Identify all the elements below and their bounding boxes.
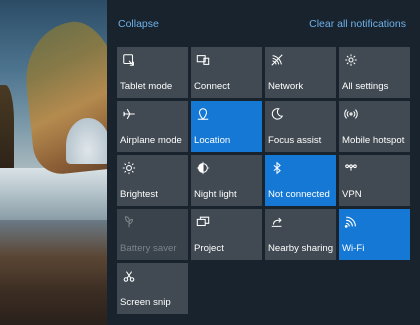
- tile-location[interactable]: Location: [191, 101, 262, 152]
- wifi-icon: [343, 214, 359, 230]
- quick-actions-grid: Tablet mode Connect Network All settings Air…: [117, 47, 410, 314]
- tile-label: All settings: [342, 81, 389, 92]
- wallpaper-rock: [0, 85, 14, 175]
- nearby-sharing-icon: [269, 214, 285, 230]
- tile-airplane-mode[interactable]: Airplane mode: [117, 101, 188, 152]
- tile-all-settings[interactable]: All settings: [339, 47, 410, 98]
- wallpaper-beach: [0, 220, 107, 325]
- wallpaper-sea: [0, 168, 107, 228]
- tile-nearby-sharing[interactable]: Nearby sharing: [265, 209, 336, 260]
- tile-tablet-mode[interactable]: Tablet mode: [117, 47, 188, 98]
- tile-label: Wi-Fi: [342, 243, 365, 254]
- tablet-mode-icon: [121, 52, 137, 68]
- location-icon: [195, 106, 211, 122]
- wallpaper-arch-opening: [66, 118, 107, 164]
- tile-label: Network: [268, 81, 304, 92]
- tile-label: Airplane mode: [120, 135, 182, 146]
- tile-wi-fi[interactable]: Wi-Fi: [339, 209, 410, 260]
- tile-label: Mobile hotspot: [342, 135, 405, 146]
- tile-label: Night light: [194, 189, 237, 200]
- hotspot-icon: [343, 106, 359, 122]
- tile-night-light[interactable]: Night light: [191, 155, 262, 206]
- vpn-icon: [343, 160, 359, 176]
- tile-label: VPN: [342, 189, 362, 200]
- tile-label: Nearby sharing: [268, 243, 334, 254]
- network-icon: [269, 52, 285, 68]
- tile-label: Project: [194, 243, 224, 254]
- tile-vpn[interactable]: VPN: [339, 155, 410, 206]
- clear-all-notifications-link[interactable]: Clear all notifications: [309, 18, 406, 30]
- screen-snip-icon: [121, 268, 137, 284]
- tile-not-connected[interactable]: Not connected: [265, 155, 336, 206]
- tile-connect[interactable]: Connect: [191, 47, 262, 98]
- tile-label: Brightest: [120, 189, 158, 200]
- tile-label: Screen snip: [120, 297, 171, 308]
- tile-battery-saver[interactable]: Battery saver: [117, 209, 188, 260]
- project-icon: [195, 214, 211, 230]
- tile-network[interactable]: Network: [265, 47, 336, 98]
- tile-label: Location: [194, 135, 231, 146]
- tile-label: Connect: [194, 81, 230, 92]
- gear-icon: [343, 52, 359, 68]
- brightness-icon: [121, 160, 137, 176]
- tile-label: Focus assist: [268, 135, 322, 146]
- tile-project[interactable]: Project: [191, 209, 262, 260]
- tile-mobile-hotspot[interactable]: Mobile hotspot: [339, 101, 410, 152]
- moon-icon: [269, 106, 285, 122]
- bluetooth-icon: [269, 160, 285, 176]
- tile-label: Battery saver: [120, 243, 177, 254]
- airplane-icon: [121, 106, 137, 122]
- action-center-header: Collapse Clear all notifications: [107, 18, 420, 34]
- battery-saver-icon: [121, 214, 137, 230]
- tile-focus-assist[interactable]: Focus assist: [265, 101, 336, 152]
- connect-icon: [195, 52, 211, 68]
- desktop-wallpaper: [0, 0, 107, 325]
- tile-label: Tablet mode: [120, 81, 173, 92]
- action-center-panel: Collapse Clear all notifications Tablet …: [107, 0, 420, 325]
- night-light-icon: [195, 160, 211, 176]
- collapse-link[interactable]: Collapse: [118, 18, 159, 30]
- tile-label: Not connected: [268, 189, 330, 200]
- tile-screen-snip[interactable]: Screen snip: [117, 263, 188, 314]
- tile-brightest[interactable]: Brightest: [117, 155, 188, 206]
